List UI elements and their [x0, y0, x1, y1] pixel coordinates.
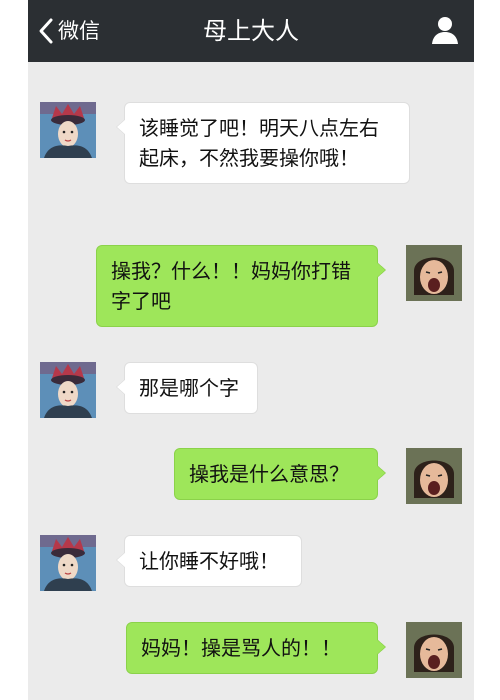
person-icon	[432, 17, 458, 44]
message-text: 妈妈！操是骂人的！！	[141, 636, 341, 660]
avatar-image	[406, 448, 462, 504]
avatar-image	[406, 622, 462, 678]
message-bubble[interactable]: 操我是什么意思？	[174, 448, 386, 500]
message-bubble[interactable]: 让你睡不好哦！	[116, 535, 302, 587]
avatar-image	[40, 535, 96, 591]
avatar[interactable]	[40, 362, 96, 418]
message-bubble[interactable]: 那是哪个字	[116, 362, 258, 414]
avatar[interactable]	[40, 535, 96, 591]
avatar-image	[406, 245, 462, 301]
avatar[interactable]	[406, 622, 462, 678]
message-text: 让你睡不好哦！	[139, 549, 279, 573]
message-text: 该睡觉了吧！明天八点左右起床，不然我要操你哦！	[139, 116, 379, 170]
chat-screen: 微信 母上大人 该睡觉了吧！明天八点左右起床，不然我要操你哦！ 操我？什么！！妈…	[28, 0, 474, 700]
avatar-image	[40, 102, 96, 158]
message-bubble[interactable]: 操我？什么！！妈妈你打错字了吧	[96, 245, 386, 327]
avatar-image	[40, 362, 96, 418]
message-bubble[interactable]: 该睡觉了吧！明天八点左右起床，不然我要操你哦！	[116, 102, 410, 184]
message-text: 操我是什么意思？	[189, 462, 349, 486]
avatar[interactable]	[40, 102, 96, 158]
contact-info-button[interactable]	[430, 15, 460, 45]
avatar[interactable]	[406, 245, 462, 301]
message-text: 操我？什么！！妈妈你打错字了吧	[111, 259, 351, 313]
message-text: 那是哪个字	[139, 376, 239, 400]
avatar[interactable]	[406, 448, 462, 504]
chat-title: 母上大人	[203, 17, 299, 45]
message-bubble[interactable]: 妈妈！操是骂人的！！	[126, 622, 386, 674]
navigation-bar: 微信 母上大人	[28, 0, 474, 62]
